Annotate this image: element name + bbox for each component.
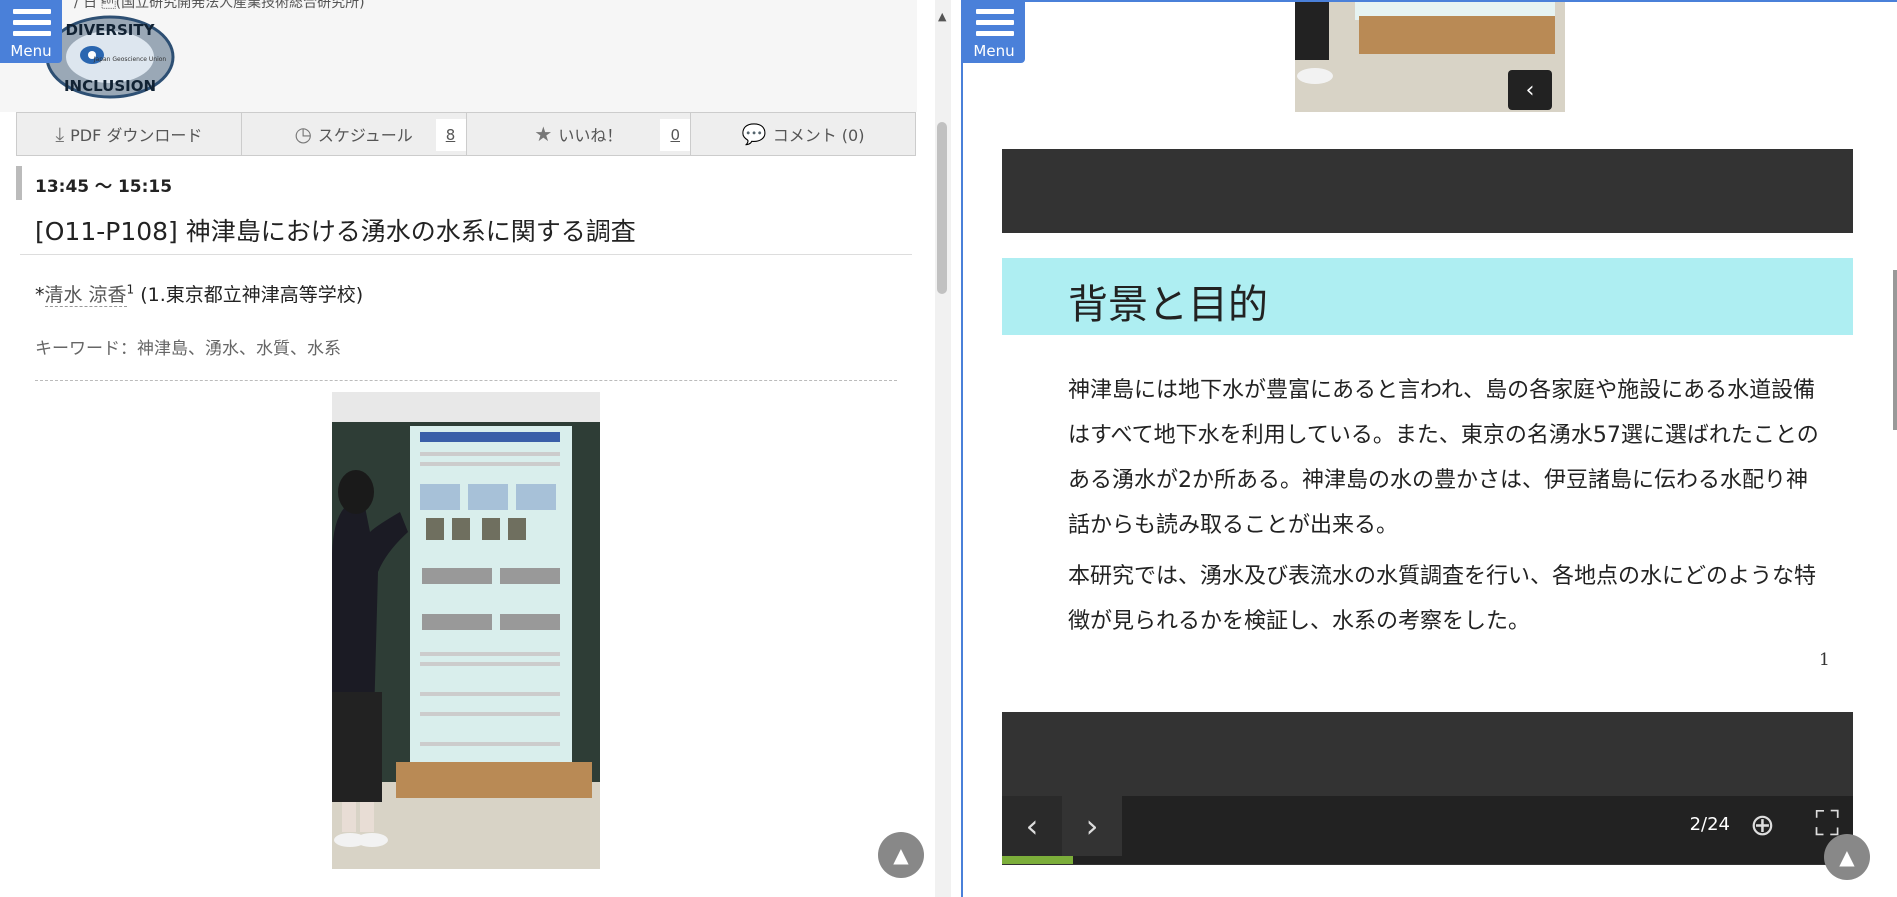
menu-label: Menu (973, 42, 1015, 60)
star-icon: ★ (534, 122, 553, 146)
clock-icon: ◷ (294, 122, 312, 146)
diversity-inclusion-logo[interactable]: DIVERSITY INCLUSION Japan Geoscience Uni… (44, 15, 176, 99)
previous-image-button[interactable]: ‹ (1508, 70, 1552, 110)
logo-text-top: DIVERSITY (66, 21, 156, 39)
zoom-in-icon: ⊕ (1749, 808, 1775, 843)
left-scrollbar-thumb[interactable] (937, 122, 947, 294)
next-slide-button[interactable]: › (1062, 796, 1122, 856)
scroll-to-top-button[interactable]: ▲ (878, 832, 924, 878)
comment-label: コメント (0) (772, 126, 865, 145)
pdf-download-button[interactable]: ⤓ PDF ダウンロード (17, 113, 242, 155)
slide-viewer-pane: Menu ‹ 背景と目的 神津島には地下水が豊富にあると言われ、島の各家庭や施設… (961, 0, 1897, 897)
menu-button[interactable]: Menu (0, 0, 62, 63)
previous-slide-button[interactable]: ‹ (1002, 796, 1062, 856)
hamburger-icon (13, 9, 51, 42)
right-scrollbar[interactable] (1891, 2, 1897, 897)
logo-small-text: Japan Geoscience Union (93, 56, 167, 63)
keywords: キーワード：神津島、湧水、水質、水系 (35, 339, 341, 359)
section-divider (35, 380, 897, 381)
right-scrollbar-thumb[interactable] (1893, 270, 1897, 430)
schedule-count[interactable]: 8 (435, 119, 466, 151)
logo-text-bottom: INCLUSION (64, 77, 156, 95)
author-line: *清水 涼香1 (1.東京都立神津高等学校) (35, 280, 363, 307)
like-label: いいね！ (558, 126, 623, 145)
schedule-button[interactable]: ◷ スケジュール 8 (242, 113, 467, 155)
schedule-label: スケジュール (317, 126, 413, 145)
like-count[interactable]: 0 (660, 119, 691, 151)
chevron-left-icon: ‹ (1525, 77, 1535, 103)
arrow-up-icon: ▲ (1839, 845, 1855, 869)
download-icon: ⤓ (55, 122, 65, 146)
pdf-download-label: PDF ダウンロード (70, 126, 203, 145)
slide-heading-band: 背景と目的 (1002, 258, 1853, 335)
chevron-left-icon: ‹ (1025, 807, 1039, 845)
scroll-to-top-button-right[interactable]: ▲ (1824, 834, 1870, 880)
slide-paragraph-1: 神津島には地下水が豊富にあると言われ、島の各家庭や施設にある水道設備はすべて地下… (1068, 378, 1819, 538)
page-header: / 日 (国立研究開発法人産業技術総合研究所) DIVERSITY INCLU… (0, 0, 917, 112)
comment-button[interactable]: 💬 コメント (0) (691, 113, 915, 155)
arrow-up-icon: ▲ (893, 843, 909, 867)
slide-separator (1002, 149, 1853, 233)
slide-progress-bar[interactable] (1002, 856, 1853, 864)
abstract-pane: / 日 (国立研究開発法人産業技術総合研究所) DIVERSITY INCLU… (0, 0, 937, 897)
title-divider (20, 254, 912, 255)
viewer-controls: ‹ › 2/24 ⊕ ⛶ (1002, 796, 1853, 856)
presenter-mark: * (35, 284, 45, 306)
poster-presentation-photo (332, 392, 600, 869)
menu-label: Menu (10, 42, 52, 60)
chevron-right-icon: › (1085, 807, 1099, 845)
author-name-link[interactable]: 清水 涼香 (44, 284, 127, 307)
session-time: 13:45 〜 15:15 (35, 177, 173, 197)
scroll-up-arrow-icon[interactable]: ▲ (938, 10, 946, 23)
comment-icon: 💬 (741, 122, 767, 146)
presentation-title: [O11-P108] 神津島における湧水の水系に関する調査 (35, 217, 636, 246)
hamburger-icon (976, 9, 1014, 42)
zoom-in-button[interactable]: ⊕ (1750, 808, 1775, 843)
slide-page-number: 1 (1819, 650, 1830, 670)
action-toolbar: ⤓ PDF ダウンロード ◷ スケジュール 8 ★ いいね！ 0 💬 コメント … (16, 112, 916, 156)
affiliation-text: / 日 (国立研究開発法人産業技術総合研究所) (74, 0, 365, 11)
time-marker (16, 166, 22, 200)
page-indicator: 2/24 (1689, 814, 1730, 835)
slide-heading: 背景と目的 (1068, 282, 1268, 328)
slide-progress-fill (1002, 856, 1073, 864)
author-affiliation: (1.東京都立神津高等学校) (134, 284, 364, 306)
menu-button-right[interactable]: Menu (963, 2, 1025, 63)
like-button[interactable]: ★ いいね！ 0 (467, 113, 692, 155)
slide-paragraph-2: 本研究では、湧水及び表流水の水質調査を行い、各地点の水にどのような特徴が見られる… (1068, 564, 1817, 634)
